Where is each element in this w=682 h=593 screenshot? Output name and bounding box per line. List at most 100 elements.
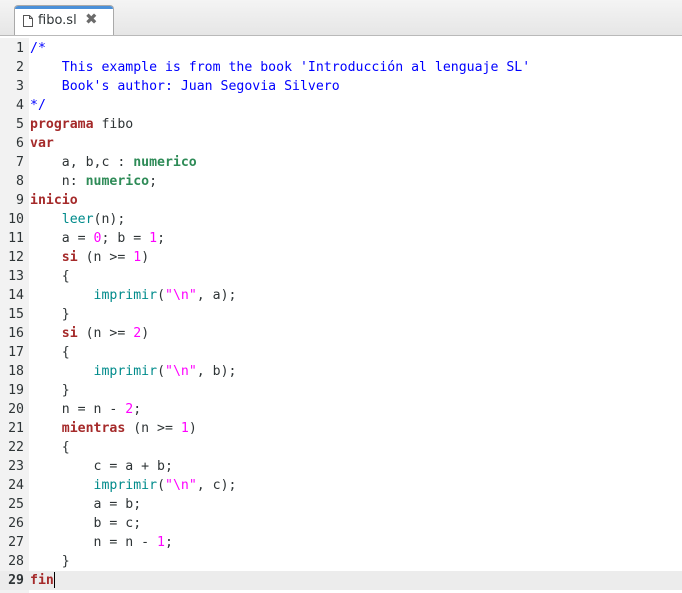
- code-text: c = a + b;: [30, 459, 173, 474]
- code-line[interactable]: 6 var: [0, 134, 682, 153]
- code-line[interactable]: 17 {: [0, 343, 682, 362]
- line-number: 11: [8, 231, 24, 246]
- line-code[interactable]: Book's author: Juan Segovia Silvero: [30, 77, 340, 96]
- line-code[interactable]: si (n >= 1): [30, 248, 149, 267]
- line-code[interactable]: programa fibo: [30, 115, 133, 134]
- code-line[interactable]: 28 }: [0, 552, 682, 571]
- code-text: n:: [30, 174, 86, 189]
- line-code[interactable]: imprimir("\n", c);: [30, 476, 237, 495]
- text-editor-window: fibo.sl ✖ 1 /* 2 This example is from the …: [0, 0, 682, 593]
- code-editor[interactable]: 1 /* 2 This example is from the book 'Intr…: [0, 38, 682, 593]
- line-code[interactable]: n: numerico;: [30, 172, 157, 191]
- code-line[interactable]: 23 c = a + b;: [0, 457, 682, 476]
- code-line[interactable]: 24 imprimir("\n", c);: [0, 476, 682, 495]
- line-code[interactable]: si (n >= 2): [30, 324, 149, 343]
- code-line[interactable]: 16 si (n >= 2): [0, 324, 682, 343]
- line-number: 9: [16, 193, 24, 208]
- code-text: , a);: [196, 288, 237, 303]
- line-code[interactable]: /*: [30, 39, 46, 58]
- line-code[interactable]: n = n - 2;: [30, 400, 141, 419]
- line-code[interactable]: a = b;: [30, 495, 142, 514]
- line-code[interactable]: fin: [30, 571, 55, 590]
- line-code[interactable]: inicio: [30, 191, 78, 210]
- code-line[interactable]: 18 imprimir("\n", b);: [0, 362, 682, 381]
- line-code[interactable]: This example is from the book 'Introducc…: [30, 58, 530, 77]
- code-line[interactable]: 13 {: [0, 267, 682, 286]
- code-line[interactable]: 9 inicio: [0, 191, 682, 210]
- close-icon[interactable]: ✖: [85, 10, 98, 28]
- code-line[interactable]: 14 imprimir("\n", a);: [0, 286, 682, 305]
- code-text: n = n -: [30, 402, 126, 417]
- line-number: 22: [8, 440, 24, 455]
- code-text: ;: [157, 231, 166, 246]
- code-text: , b);: [196, 364, 237, 379]
- code-line[interactable]: 26 b = c;: [0, 514, 682, 533]
- line-number: 2: [16, 60, 24, 75]
- line-code[interactable]: c = a + b;: [30, 457, 173, 476]
- code-line[interactable]: 27 n = n - 1;: [0, 533, 682, 552]
- code-line[interactable]: 12 si (n >= 1): [0, 248, 682, 267]
- line-number: 23: [8, 459, 24, 474]
- line-code[interactable]: imprimir("\n", a);: [30, 286, 237, 305]
- current-line[interactable]: 29 fin: [0, 571, 682, 590]
- number-token: 2: [133, 326, 142, 341]
- active-tab-indicator: [15, 6, 113, 9]
- line-code[interactable]: var: [30, 134, 54, 153]
- line-code[interactable]: */: [30, 96, 46, 115]
- line-code[interactable]: }: [30, 381, 70, 400]
- line-number: 3: [16, 79, 24, 94]
- code-line[interactable]: 20 n = n - 2;: [0, 400, 682, 419]
- line-code[interactable]: n = n - 1;: [30, 533, 173, 552]
- number-token: 1: [180, 421, 189, 436]
- line-code[interactable]: a = 0; b = 1;: [30, 229, 165, 248]
- code-text: {: [30, 345, 70, 360]
- code-text: {: [30, 440, 70, 455]
- line-number: 20: [8, 402, 24, 417]
- line-number: 13: [8, 269, 24, 284]
- code-text: b = c;: [30, 516, 142, 531]
- code-line[interactable]: 10 leer(n);: [0, 210, 682, 229]
- code-text: (: [157, 478, 166, 493]
- line-number: 19: [8, 383, 24, 398]
- line-code[interactable]: }: [30, 552, 70, 571]
- code-line[interactable]: 25 a = b;: [0, 495, 682, 514]
- code-line[interactable]: 21 mientras (n >= 1): [0, 419, 682, 438]
- code-text: ;: [133, 402, 142, 417]
- text-cursor: [53, 572, 55, 588]
- code-line[interactable]: 22 {: [0, 438, 682, 457]
- line-code[interactable]: {: [30, 267, 70, 286]
- function-token: imprimir: [93, 364, 158, 379]
- line-code[interactable]: b = c;: [30, 514, 142, 533]
- keyword-token: inicio: [30, 193, 78, 208]
- tab-fibo-sl[interactable]: fibo.sl ✖: [14, 5, 114, 35]
- code-text: }: [30, 554, 70, 569]
- keyword-token: fin: [30, 573, 54, 588]
- line-code[interactable]: mientras (n >= 1): [30, 419, 197, 438]
- line-code[interactable]: {: [30, 438, 70, 457]
- code-line[interactable]: 2 This example is from the book 'Introdu…: [0, 58, 682, 77]
- code-line[interactable]: 15 }: [0, 305, 682, 324]
- keyword-token: si: [61, 250, 78, 265]
- line-code[interactable]: {: [30, 343, 70, 362]
- line-code[interactable]: imprimir("\n", b);: [30, 362, 237, 381]
- code-line[interactable]: 3 Book's author: Juan Segovia Silvero: [0, 77, 682, 96]
- type-token: numerico: [85, 174, 150, 189]
- number-token: 1: [149, 231, 158, 246]
- code-line[interactable]: 8 n: numerico;: [0, 172, 682, 191]
- code-text: }: [30, 383, 70, 398]
- code-line[interactable]: 4 */: [0, 96, 682, 115]
- line-code[interactable]: a, b,c : numerico: [30, 153, 197, 172]
- keyword-token: si: [61, 326, 78, 341]
- code-text: (: [157, 364, 166, 379]
- line-code[interactable]: }: [30, 305, 70, 324]
- code-line[interactable]: 7 a, b,c : numerico: [0, 153, 682, 172]
- code-line[interactable]: 11 a = 0; b = 1;: [0, 229, 682, 248]
- line-code[interactable]: leer(n);: [30, 210, 126, 229]
- code-line[interactable]: 19 }: [0, 381, 682, 400]
- code-line[interactable]: 1 /*: [0, 39, 682, 58]
- code-text: (: [157, 288, 166, 303]
- code-text: }: [30, 307, 70, 322]
- code-line[interactable]: 5 programa fibo: [0, 115, 682, 134]
